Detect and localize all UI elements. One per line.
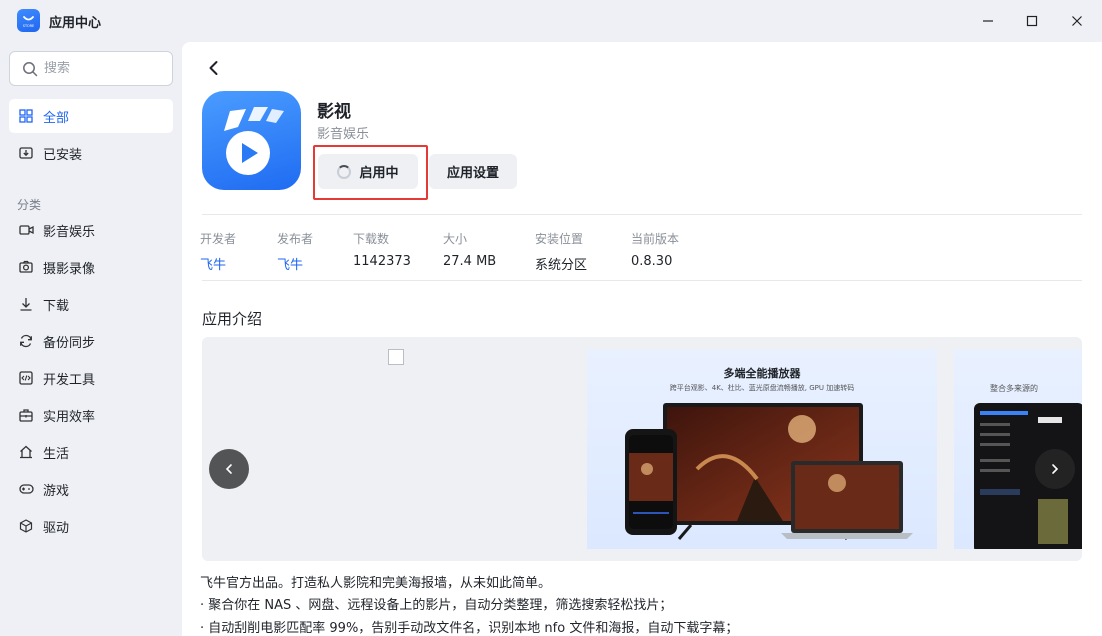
screenshot-library[interactable]: 整合多来源的 <box>954 349 1082 549</box>
app-library-illustration <box>974 403 1082 549</box>
minimize-icon <box>983 20 993 22</box>
sidebar-item-label: 全部 <box>43 110 70 126</box>
maximize-icon <box>1026 15 1038 27</box>
meta-value: 0.8.30 <box>631 254 673 269</box>
meta-key: 开发者 <box>200 232 237 246</box>
sidebar-item-media[interactable]: 影音娱乐 <box>9 213 173 247</box>
screenshot-multi-device[interactable]: 多端全能播放器 跨平台观影、4K、杜比、蓝光原盘流畅播放, GPU 加速转码 <box>587 349 937 549</box>
close-icon <box>1072 16 1082 26</box>
app-settings-button[interactable]: 应用设置 <box>429 154 517 189</box>
sidebar-item-installed[interactable]: 已安装 <box>9 136 173 170</box>
app-icon <box>202 91 301 190</box>
launching-button[interactable]: 启用中 <box>318 154 418 189</box>
launching-button-label: 启用中 <box>359 166 399 181</box>
intro-title: 应用介绍 <box>202 310 263 328</box>
window-title: 应用中心 <box>49 16 102 31</box>
cube-icon <box>18 518 34 534</box>
sidebar-item-download[interactable]: 下载 <box>9 287 173 321</box>
app-name: 影视 <box>317 102 351 122</box>
meta-value: 1142373 <box>353 254 411 269</box>
publisher-link[interactable]: 飞牛 <box>277 254 313 273</box>
meta-size: 大小 27.4 MB <box>443 230 496 269</box>
toolbox-icon <box>18 407 34 423</box>
title-bar: STORE 应用中心 <box>0 0 1102 42</box>
sidebar-item-all[interactable]: 全部 <box>9 99 173 133</box>
devices-illustration <box>625 403 913 540</box>
meta-developer: 开发者 飞牛 <box>200 230 236 273</box>
meta-key: 安装位置 <box>535 232 584 246</box>
sidebar-item-productivity[interactable]: 实用效率 <box>9 398 173 432</box>
developer-link[interactable]: 飞牛 <box>200 254 236 273</box>
code-icon <box>18 370 34 386</box>
screenshot-gallery: 多端全能播放器 跨平台观影、4K、杜比、蓝光原盘流畅播放, GPU 加速转码 整… <box>202 337 1082 561</box>
chevron-right-icon <box>1052 464 1059 474</box>
back-button[interactable] <box>204 58 224 78</box>
divider <box>202 214 1082 215</box>
sidebar-item-label: 驱动 <box>43 520 70 536</box>
app-detail-panel: 影视 影音娱乐 启用中 应用设置 开发者 飞牛 发布者 飞牛 下载数 11423… <box>182 42 1102 636</box>
sidebar-item-life[interactable]: 生活 <box>9 435 173 469</box>
meta-key: 大小 <box>443 232 468 246</box>
meta-key: 下载数 <box>353 232 390 246</box>
close-button[interactable] <box>1063 8 1091 34</box>
maximize-button[interactable] <box>1018 8 1046 34</box>
search-icon <box>23 61 38 76</box>
sidebar-item-label: 已安装 <box>43 147 83 163</box>
app-store-logo-icon: STORE <box>17 9 40 32</box>
installed-icon <box>18 145 34 161</box>
meta-key: 发布者 <box>277 232 314 246</box>
sidebar-item-label: 下载 <box>43 298 70 314</box>
description-line: · 自动刮削电影匹配率 99%，告别手动改文件名，识别本地 nfo 文件和海报，… <box>200 621 739 636</box>
camera-icon <box>18 259 34 275</box>
description-line: · 聚合你在 NAS 、网盘、远程设备上的影片，自动分类整理，筛选搜索轻松找片； <box>200 598 673 613</box>
meta-value: 27.4 MB <box>443 254 497 269</box>
loading-spinner-icon <box>337 164 352 179</box>
logo-text: STORE <box>23 24 34 28</box>
gallery-next-button[interactable] <box>1035 449 1075 489</box>
divider <box>202 280 1082 281</box>
sidebar-item-drivers[interactable]: 驱动 <box>9 509 173 543</box>
meta-version: 当前版本 0.8.30 <box>631 230 679 269</box>
sidebar-item-label: 实用效率 <box>43 409 96 425</box>
grid-icon <box>18 108 34 124</box>
sidebar-item-games[interactable]: 游戏 <box>9 472 173 506</box>
sidebar-item-dev-tools[interactable]: 开发工具 <box>9 361 173 395</box>
sidebar-item-label: 生活 <box>43 446 70 462</box>
chevron-left-icon <box>209 61 218 75</box>
film-play-icon <box>224 107 284 175</box>
app-category: 影音娱乐 <box>317 127 370 142</box>
sidebar-item-label: 游戏 <box>43 483 70 499</box>
description-line: 飞牛官方出品。打造私人影院和完美海报墙，从未如此简单。 <box>200 576 552 591</box>
search-input[interactable] <box>44 61 154 76</box>
gallery-prev-button[interactable] <box>209 449 249 489</box>
sync-icon <box>18 333 34 349</box>
home-icon <box>18 444 34 460</box>
sidebar-item-backup[interactable]: 备份同步 <box>9 324 173 358</box>
meta-key: 当前版本 <box>631 232 680 246</box>
video-camera-icon <box>18 222 34 238</box>
sidebar: 全部 已安装 分类 影音娱乐 摄影录像 下载 备份同步 开发工具 实用效率 生活… <box>0 42 182 636</box>
search-box[interactable] <box>9 51 173 86</box>
gamepad-icon <box>18 481 34 497</box>
broken-image-icon <box>388 349 404 365</box>
sidebar-item-label: 影音娱乐 <box>43 224 96 240</box>
sidebar-item-label: 备份同步 <box>43 335 96 351</box>
minimize-button[interactable] <box>974 8 1002 34</box>
meta-install-location: 安装位置 系统分区 <box>535 230 587 273</box>
category-section-label: 分类 <box>17 198 42 212</box>
sidebar-item-photo[interactable]: 摄影录像 <box>9 250 173 284</box>
app-settings-button-label: 应用设置 <box>446 166 499 181</box>
meta-publisher: 发布者 飞牛 <box>277 230 313 273</box>
chevron-left-icon <box>225 464 232 474</box>
download-icon <box>18 296 34 312</box>
sidebar-item-label: 摄影录像 <box>43 261 96 277</box>
meta-value: 系统分区 <box>535 258 588 273</box>
meta-downloads: 下载数 1142373 <box>353 230 411 269</box>
sidebar-item-label: 开发工具 <box>43 372 96 388</box>
